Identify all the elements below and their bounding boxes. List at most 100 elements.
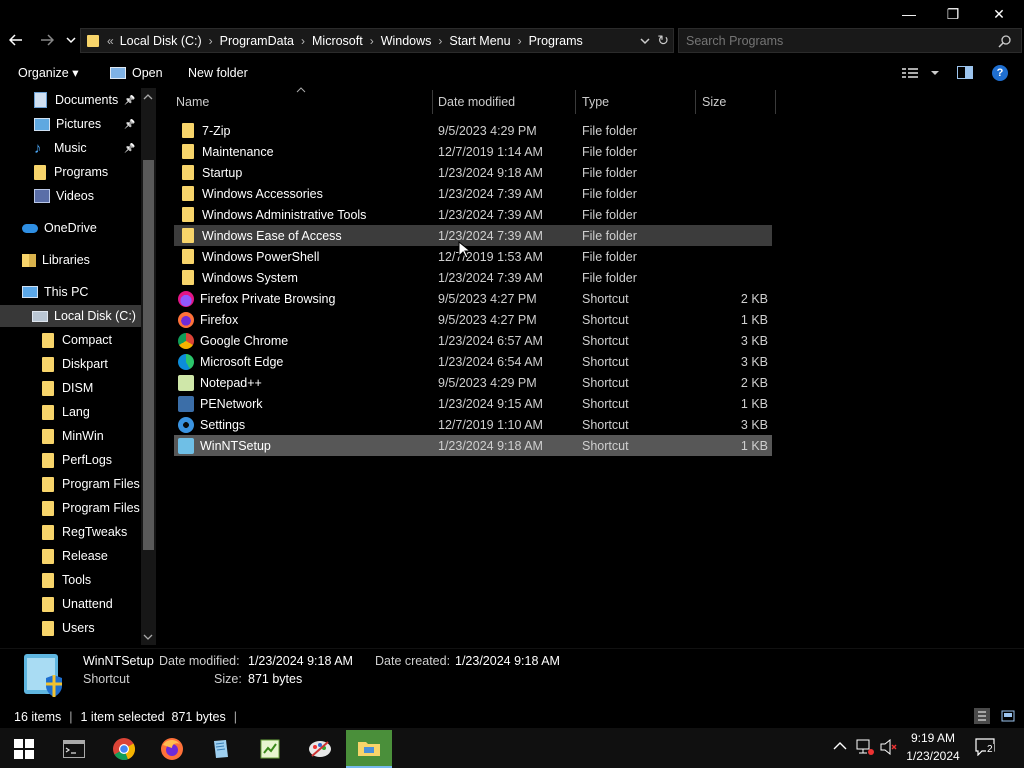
file-row[interactable]: WinNTSetup 1/23/2024 9:18 AM Shortcut 1 KB	[174, 435, 772, 456]
nav-item-regtweaks[interactable]: RegTweaks	[0, 521, 142, 543]
recent-locations-button[interactable]	[62, 28, 80, 52]
file-row[interactable]: Windows Accessories 1/23/2024 7:39 AM File…	[174, 183, 772, 204]
details-view-toggle[interactable]	[974, 708, 990, 724]
nav-item-diskpart[interactable]: Diskpart	[0, 353, 142, 375]
taskbar-file-explorer[interactable]	[346, 730, 392, 768]
nav-item-release[interactable]: Release	[0, 545, 142, 567]
file-row[interactable]: Startup 1/23/2024 9:18 AM File folder	[174, 162, 772, 183]
nav-item-dism[interactable]: DISM	[0, 377, 142, 399]
taskbar-editor[interactable]	[248, 730, 292, 768]
file-row[interactable]: 7-Zip 9/5/2023 4:29 PM File folder	[174, 120, 772, 141]
file-row[interactable]: Windows System 1/23/2024 7:39 AM File fold…	[174, 267, 772, 288]
folder-icon	[42, 548, 62, 564]
nav-item-users[interactable]: Users	[0, 617, 142, 639]
column-header-name[interactable]: Name	[170, 90, 433, 114]
nav-item-tools[interactable]: Tools	[0, 569, 142, 591]
start-button[interactable]	[2, 730, 46, 768]
search-input[interactable]	[679, 32, 998, 49]
breadcrumb-local-disk[interactable]: Local Disk (C:)	[120, 34, 202, 48]
nav-item-this-pc[interactable]: This PC	[0, 281, 142, 303]
nav-item-compact[interactable]: Compact	[0, 329, 142, 351]
details-created-value: 1/23/2024 9:18 AM	[455, 654, 560, 668]
column-header-type[interactable]: Type	[576, 90, 696, 114]
nav-item-libraries[interactable]: Libraries	[0, 249, 142, 271]
nav-item-onedrive[interactable]: OneDrive	[0, 217, 142, 239]
file-row[interactable]: Firefox Private Browsing 9/5/2023 4:27 PM…	[174, 288, 772, 309]
network-icon[interactable]	[856, 739, 874, 755]
nav-item-music[interactable]: ♪ Music 📌	[0, 137, 142, 159]
file-size	[694, 225, 768, 246]
minimize-button[interactable]: —	[886, 0, 932, 28]
column-header-size[interactable]: Size	[696, 90, 776, 114]
file-row[interactable]: Settings 12/7/2019 1:10 AM Shortcut 3 KB	[174, 414, 772, 435]
view-menu-chevron-icon[interactable]	[930, 69, 940, 77]
organize-button[interactable]: Organize ▾	[18, 60, 78, 85]
nav-item-programs[interactable]: Programs	[0, 161, 142, 183]
this-pc-icon	[22, 286, 44, 298]
address-bar[interactable]: « Local Disk (C:) › ProgramData › Microsof…	[80, 28, 674, 53]
nav-item-documents[interactable]: Documents 📌	[0, 89, 142, 111]
maximize-button[interactable]: ❐	[930, 0, 976, 28]
file-row[interactable]: Microsoft Edge 1/23/2024 6:54 AM Shortcut 3…	[174, 351, 772, 372]
taskbar-paint[interactable]	[298, 730, 342, 768]
file-row[interactable]: Notepad++ 9/5/2023 4:29 PM Shortcut 2 KB	[174, 372, 772, 393]
file-name: Windows Accessories	[202, 186, 323, 201]
address-dropdown-icon[interactable]	[639, 36, 651, 46]
breadcrumb-programs[interactable]: Programs	[529, 34, 583, 48]
volume-muted-icon[interactable]	[880, 739, 898, 755]
nav-item-program-files[interactable]: Program Files (	[0, 497, 147, 519]
overflow-chevron[interactable]: «	[107, 34, 120, 48]
taskbar-chrome[interactable]	[102, 730, 146, 768]
taskbar-cmd[interactable]	[52, 730, 96, 768]
nav-item-lang[interactable]: Lang	[0, 401, 142, 423]
column-header-date[interactable]: Date modified	[432, 90, 576, 114]
forward-button[interactable]	[35, 28, 59, 52]
file-row[interactable]: Windows PowerShell 12/7/2019 1:53 AM File …	[174, 246, 772, 267]
details-modified-label: Date modified:	[159, 654, 240, 668]
onedrive-icon	[22, 223, 44, 233]
nav-item-local-disk-c[interactable]: Local Disk (C:)	[0, 305, 142, 327]
clock[interactable]: 9:19 AM 1/23/2024	[902, 731, 964, 763]
breadcrumb-microsoft[interactable]: Microsoft	[312, 34, 363, 48]
file-name: Firefox Private Browsing	[200, 291, 336, 306]
action-center-button[interactable]: 2	[975, 738, 999, 758]
breadcrumb-start-menu[interactable]: Start Menu	[449, 34, 510, 48]
file-date: 9/5/2023 4:29 PM	[438, 123, 537, 138]
new-folder-button[interactable]: New folder	[188, 60, 248, 85]
file-row[interactable]: Windows Ease of Access 1/23/2024 7:39 AM F…	[174, 225, 772, 246]
show-hidden-icons-icon[interactable]	[833, 741, 847, 751]
search-box[interactable]	[678, 28, 1022, 53]
nav-item-videos[interactable]: Videos	[0, 185, 142, 207]
refresh-icon[interactable]: ↻	[657, 32, 669, 49]
winntsetup-large-icon	[18, 650, 68, 700]
file-row[interactable]: Firefox 9/5/2023 4:27 PM Shortcut 1 KB	[174, 309, 772, 330]
file-row[interactable]: Windows Administrative Tools 1/23/2024 7:…	[174, 204, 772, 225]
folder-icon	[182, 186, 194, 201]
close-button[interactable]: ✕	[976, 0, 1022, 28]
navigation-pane[interactable]: Documents 📌 Pictures 📌 ♪ Music 📌 Programs Videos…	[0, 88, 158, 645]
file-row[interactable]: PENetwork 1/23/2024 9:15 AM Shortcut 1 KB	[174, 393, 772, 414]
help-button[interactable]: ?	[992, 60, 1008, 85]
file-size	[694, 120, 768, 141]
nav-scrollbar-thumb[interactable]	[143, 160, 154, 550]
back-button[interactable]	[4, 28, 28, 52]
nav-item-perflogs[interactable]: PerfLogs	[0, 449, 142, 471]
breadcrumb-windows[interactable]: Windows	[381, 34, 432, 48]
scroll-up-icon[interactable]	[143, 93, 153, 101]
large-icons-view-toggle[interactable]	[1000, 708, 1016, 724]
taskbar-notepad[interactable]	[199, 730, 243, 768]
file-row[interactable]: Maintenance 12/7/2019 1:14 AM File folder	[174, 141, 772, 162]
scroll-down-icon[interactable]	[143, 633, 153, 641]
preview-pane-button[interactable]	[957, 60, 973, 85]
nav-item-pictures[interactable]: Pictures 📌	[0, 113, 142, 135]
nav-item-program-files[interactable]: Program Files	[0, 473, 142, 495]
taskbar-firefox[interactable]	[150, 730, 194, 768]
nav-item-unattend[interactable]: Unattend	[0, 593, 142, 615]
file-type: Shortcut	[582, 333, 629, 348]
nav-item-minwin[interactable]: MinWin	[0, 425, 142, 447]
file-row[interactable]: Google Chrome 1/23/2024 6:57 AM Shortcut 3 …	[174, 330, 772, 351]
change-view-button[interactable]	[902, 60, 940, 85]
breadcrumb-programdata[interactable]: ProgramData	[220, 34, 294, 48]
file-date: 12/7/2019 1:14 AM	[438, 144, 543, 159]
open-button[interactable]: Open	[110, 60, 163, 85]
